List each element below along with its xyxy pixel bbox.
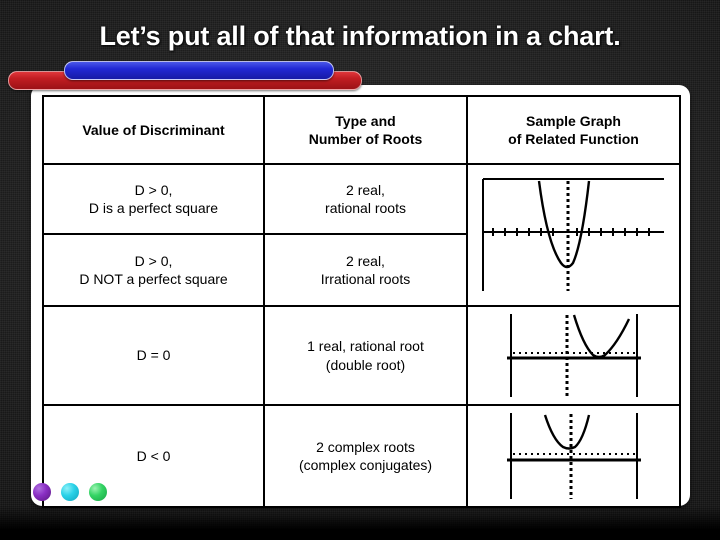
roots-line-1: 2 real, <box>346 252 385 269</box>
slide: Let’s put all of that information in a c… <box>0 0 720 540</box>
column-header-type-and-number-of-roots: Type and Number of Roots <box>263 95 468 165</box>
cell-discriminant-row2: D > 0, D NOT a perfect square <box>42 233 265 307</box>
cell-graph-double-root <box>466 305 681 406</box>
header-line: Sample Graph <box>526 112 621 129</box>
header-line: Value of Discriminant <box>82 121 225 138</box>
column-header-sample-graph: Sample Graph of Related Function <box>466 95 681 165</box>
dot-cyan-icon <box>61 483 79 501</box>
cell-roots-row3: 1 real, rational root (double root) <box>263 305 468 406</box>
roots-line-2: (complex conjugates) <box>298 457 433 473</box>
roots-line-2: Irrational roots <box>320 271 411 287</box>
discriminant-line-1: D < 0 <box>136 447 171 464</box>
header-line: Type and <box>335 112 396 129</box>
roots-line-1: 2 complex roots <box>316 438 415 455</box>
roots-line-2: rational roots <box>325 200 406 216</box>
discriminant-line-2: D is a perfect square <box>88 200 219 216</box>
discriminant-table: Value of Discriminant Type and Number of… <box>42 95 681 508</box>
header-line: Number of Roots <box>308 131 423 147</box>
table-row: D = 0 1 real, rational root (double root… <box>42 305 681 406</box>
dot-green-icon <box>89 483 107 501</box>
table-header-row: Value of Discriminant Type and Number of… <box>42 95 681 165</box>
parabola-above-x-axis-graph <box>506 413 641 499</box>
header-line: of Related Function <box>508 131 639 147</box>
discriminant-line-1: D > 0, <box>134 181 173 198</box>
cell-roots-row1: 2 real, rational roots <box>263 163 468 235</box>
dot-purple-icon <box>33 483 51 501</box>
cell-roots-row4: 2 complex roots (complex conjugates) <box>263 404 468 508</box>
cell-graph-two-real-roots <box>466 163 681 307</box>
cell-discriminant-row1: D > 0, D is a perfect square <box>42 163 265 235</box>
discriminant-line-1: D > 0, <box>134 252 173 269</box>
cell-graph-no-real-roots <box>466 404 681 508</box>
roots-line-1: 2 real, <box>346 181 385 198</box>
page-title: Let’s put all of that information in a c… <box>99 21 621 51</box>
parabola-tangent-to-x-axis-graph <box>506 314 641 397</box>
roots-line-1: 1 real, rational root <box>307 338 424 355</box>
decorative-bar-blue <box>64 61 334 80</box>
column-header-value-of-discriminant: Value of Discriminant <box>42 95 265 165</box>
table-row: D > 0, D is a perfect square 2 real, rat… <box>42 163 681 307</box>
cell-roots-row2: 2 real, Irrational roots <box>263 233 468 307</box>
discriminant-line-2: D NOT a perfect square <box>79 271 228 287</box>
cell-discriminant-row3: D = 0 <box>42 305 265 406</box>
roots-line-2: (double root) <box>325 356 406 373</box>
table-row: D < 0 2 complex roots (complex conjugate… <box>42 404 681 508</box>
discriminant-line-1: D = 0 <box>136 347 171 364</box>
parabola-two-x-intercepts-graph <box>482 178 664 291</box>
decorative-dots <box>33 483 107 501</box>
